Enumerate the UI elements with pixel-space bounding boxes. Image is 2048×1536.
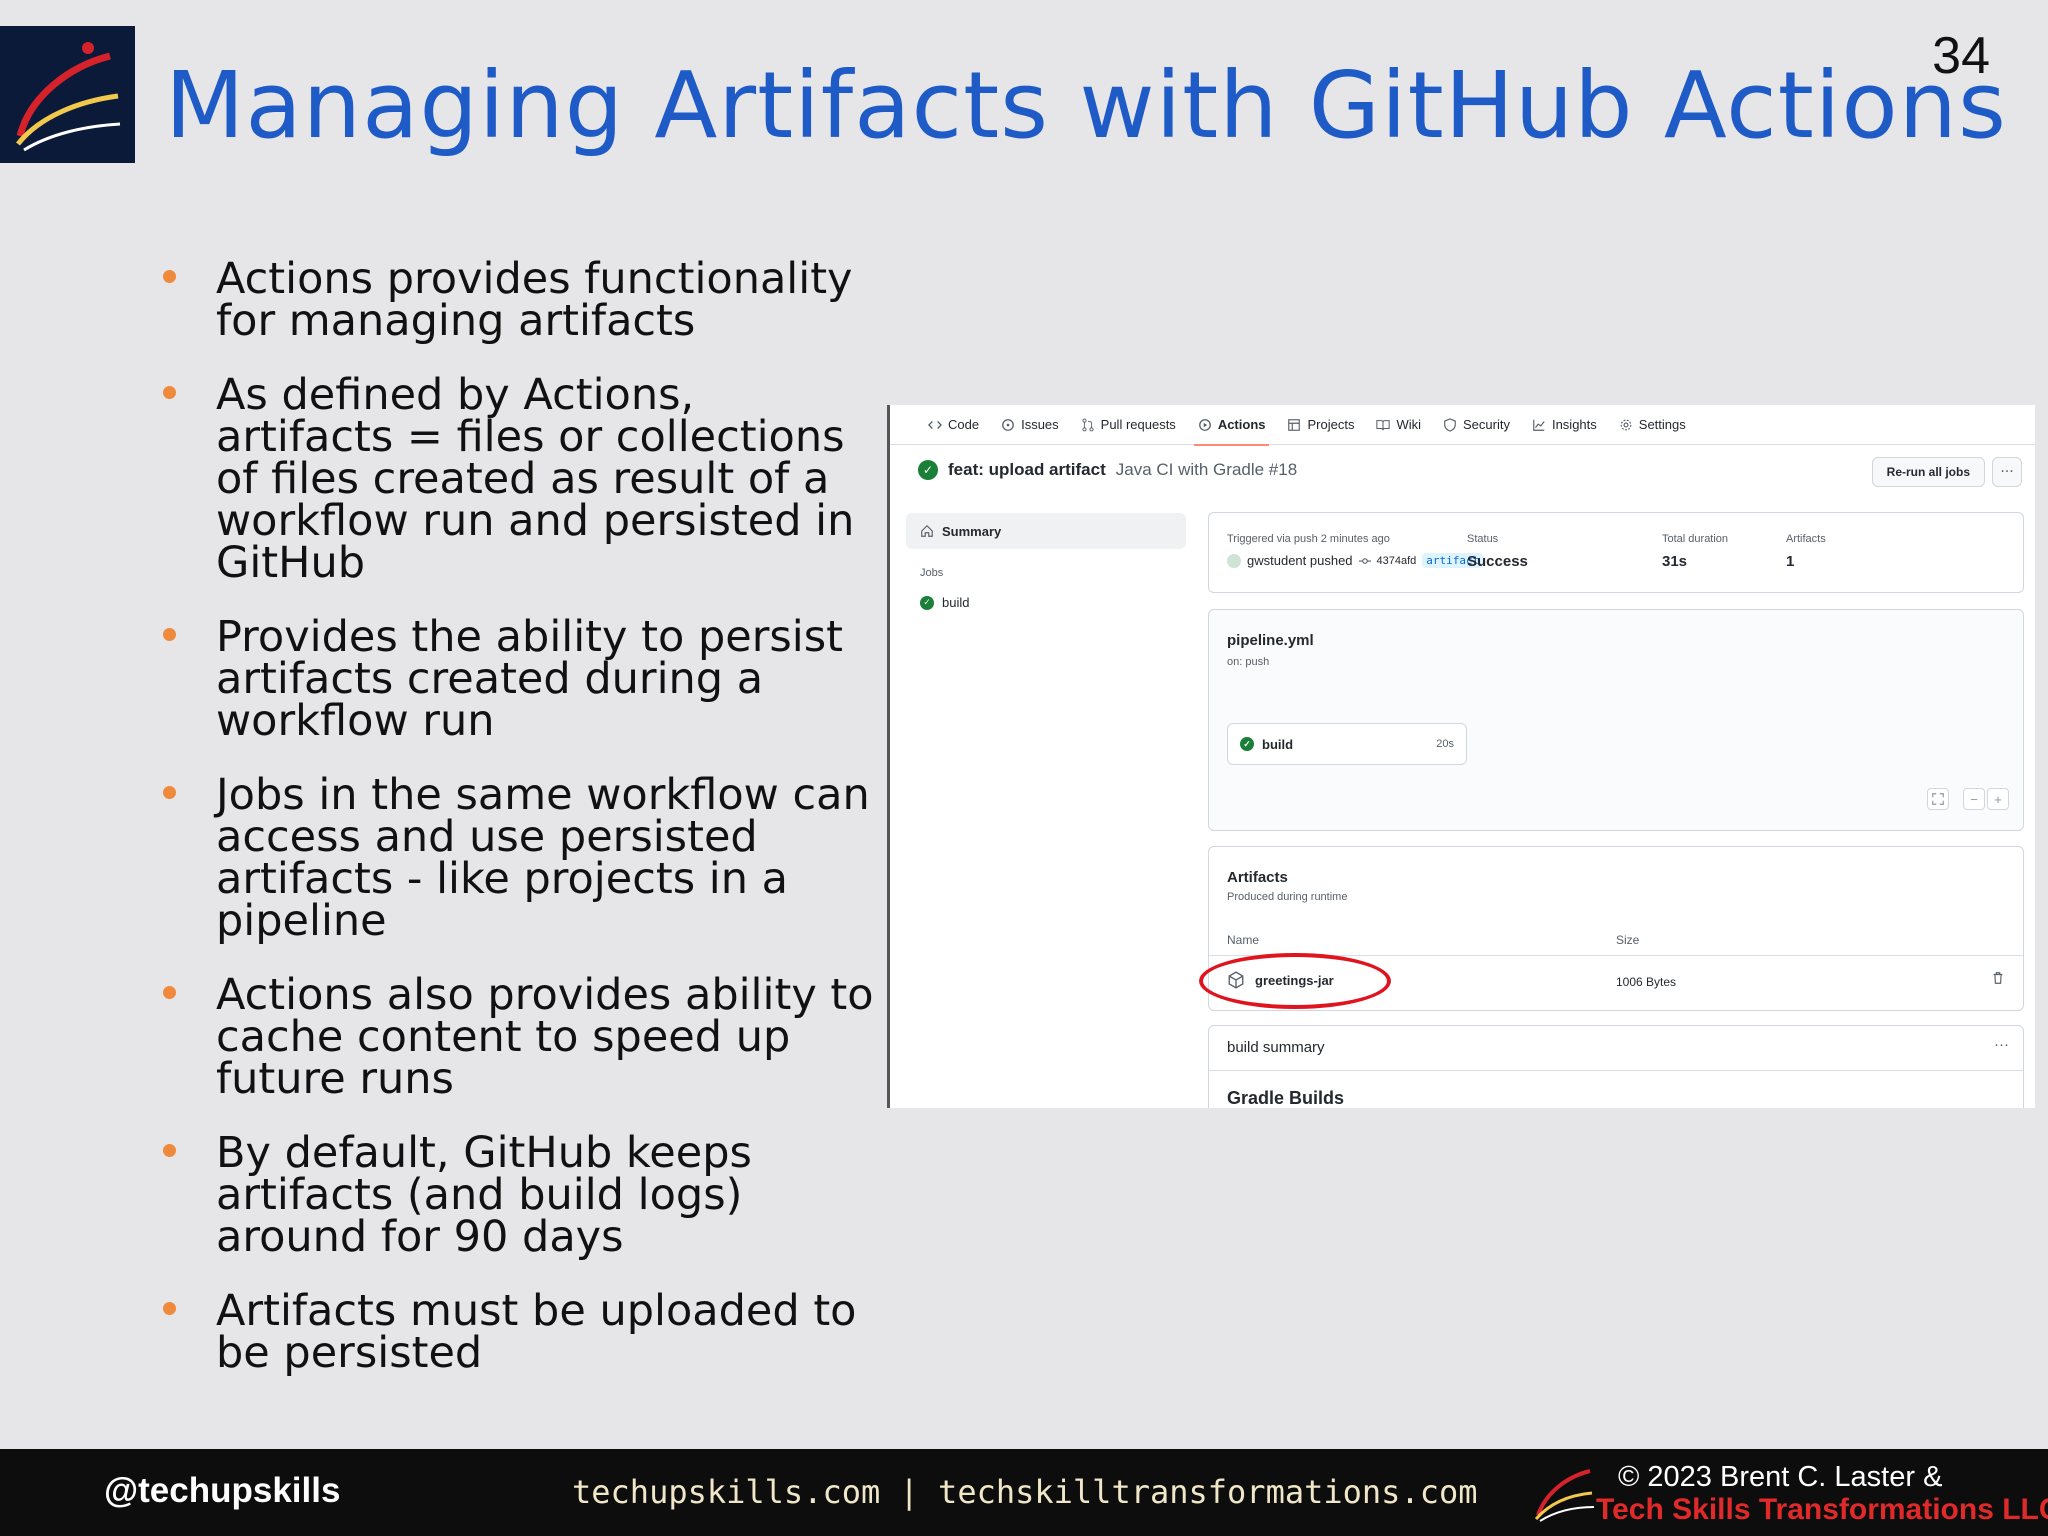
- bullet-dot-icon: [163, 986, 176, 999]
- artifacts-col-name: Name: [1227, 933, 1260, 947]
- bullet-item: Provides the ability to persist artifact…: [160, 616, 880, 743]
- gear-icon: [1619, 418, 1633, 432]
- logo-swoosh-icon: [16, 42, 121, 152]
- bullet-item: Artifacts must be uploaded to be persist…: [160, 1290, 880, 1375]
- success-check-icon: ✓: [1240, 737, 1254, 751]
- bullet-dot-icon: [163, 1302, 176, 1315]
- run-header: ✓ feat: upload artifact Java CI with Gra…: [918, 460, 1297, 480]
- tab-insights[interactable]: Insights: [1532, 405, 1597, 445]
- github-actions-screenshot: Code Issues Pull requests Actions Projec…: [887, 405, 2035, 1108]
- zoom-out-button[interactable]: −: [1963, 788, 1985, 810]
- trigger-label: Triggered via push 2 minutes ago: [1227, 533, 1390, 545]
- commit-icon: [1358, 555, 1371, 567]
- build-summary-title: build summary: [1227, 1039, 1325, 1056]
- pusher-link[interactable]: gwstudent pushed: [1247, 553, 1353, 568]
- bullet-dot-icon: [163, 386, 176, 399]
- copyright-line-2: Tech Skills Transformations LLC: [1596, 1493, 2048, 1526]
- rerun-all-jobs-button[interactable]: Re-run all jobs: [1871, 457, 1985, 487]
- zoom-in-button[interactable]: +: [1987, 788, 2009, 810]
- slide-footer: @techupskills techupskills.com | techski…: [0, 1449, 2048, 1536]
- shield-icon: [1443, 417, 1457, 432]
- website-links: techupskills.com | techskilltransformati…: [572, 1473, 1478, 1511]
- social-handle: @techupskills: [104, 1471, 341, 1510]
- run-workflow-name: Java CI with Gradle #18: [1115, 460, 1298, 479]
- workflow-job-node[interactable]: ✓ build 20s: [1227, 723, 1467, 765]
- tab-code[interactable]: Code: [928, 405, 979, 445]
- run-summary-card: Triggered via push 2 minutes ago gwstude…: [1208, 512, 2024, 593]
- bullet-item: By default, GitHub keeps artifacts (and …: [160, 1132, 880, 1259]
- artifacts-subtitle: Produced during runtime: [1227, 891, 1348, 903]
- run-commit-title: feat: upload artifact: [948, 460, 1106, 479]
- fullscreen-button[interactable]: [1927, 788, 1949, 810]
- sidebar-jobs-heading: Jobs: [920, 567, 944, 579]
- tab-issues[interactable]: Issues: [1001, 405, 1059, 445]
- bullet-dot-icon: [163, 270, 176, 283]
- bullet-item: Actions also provides ability to cache c…: [160, 974, 880, 1101]
- workflow-file-name: pipeline.yml: [1227, 632, 1314, 649]
- run-sidebar: Summary Jobs ✓ build: [906, 513, 1186, 610]
- tab-projects[interactable]: Projects: [1287, 405, 1354, 445]
- table-icon: [1287, 418, 1301, 432]
- bullet-dot-icon: [163, 628, 176, 641]
- home-icon: [920, 524, 934, 538]
- sidebar-item-build[interactable]: ✓ build: [906, 595, 1186, 610]
- tab-settings[interactable]: Settings: [1619, 405, 1686, 445]
- copyright-line-1: © 2023 Brent C. Laster &: [1618, 1461, 1943, 1493]
- duration-value: 31s: [1662, 553, 1688, 570]
- slide-title: Managing Artifacts with GitHub Actions: [165, 52, 2007, 159]
- graph-icon: [1532, 418, 1546, 432]
- more-options-button[interactable]: ···: [1992, 457, 2022, 487]
- avatar: [1227, 553, 1241, 568]
- tab-actions[interactable]: Actions: [1193, 405, 1270, 446]
- status-value: Success: [1467, 553, 1528, 570]
- success-check-icon: ✓: [918, 460, 938, 480]
- bullet-item: As defined by Actions, artifacts = files…: [160, 374, 880, 585]
- delete-artifact-button[interactable]: [1991, 971, 2005, 990]
- build-summary-card: build summary ··· Gradle Builds: [1208, 1025, 2024, 1108]
- workflow-graph-card: pipeline.yml on: push ✓ build 20s − +: [1208, 609, 2024, 831]
- code-icon: [928, 418, 942, 432]
- artifacts-col-size: Size: [1616, 933, 1640, 947]
- artifacts-count-value[interactable]: 1: [1786, 553, 1826, 570]
- artifacts-title: Artifacts: [1227, 869, 1288, 886]
- trash-icon: [1991, 971, 2005, 985]
- tab-security[interactable]: Security: [1443, 405, 1510, 445]
- bullet-dot-icon: [163, 786, 176, 799]
- artifacts-count-label: Artifacts: [1786, 533, 1826, 545]
- book-icon: [1376, 418, 1391, 432]
- footer-swoosh-icon: [1534, 1469, 1595, 1522]
- status-label: Status: [1467, 533, 1499, 545]
- tab-pull-requests[interactable]: Pull requests: [1081, 405, 1176, 445]
- company-logo: [0, 26, 135, 163]
- slide-number: 34: [1932, 27, 1990, 85]
- job-duration: 20s: [1436, 738, 1454, 750]
- bullet-item: Actions provides functionality for manag…: [160, 258, 880, 343]
- tab-wiki[interactable]: Wiki: [1376, 405, 1421, 445]
- bullet-item: Jobs in the same workflow can access and…: [160, 774, 880, 943]
- repo-nav: Code Issues Pull requests Actions Projec…: [890, 405, 2035, 446]
- footer-logo: [1532, 1463, 1596, 1523]
- play-icon: [1198, 418, 1212, 432]
- commit-sha-link[interactable]: 4374afd: [1377, 555, 1417, 567]
- pull-request-icon: [1081, 418, 1095, 432]
- artifacts-card: Artifacts Produced during runtime Name S…: [1199, 846, 2024, 1011]
- gradle-builds-heading: Gradle Builds: [1227, 1088, 1345, 1108]
- success-check-icon: ✓: [920, 595, 934, 610]
- duration-label: Total duration: [1662, 533, 1729, 545]
- workflow-trigger: on: push: [1227, 656, 1270, 668]
- build-summary-menu-button[interactable]: ···: [1994, 1036, 2009, 1053]
- issue-icon: [1001, 418, 1015, 432]
- artifact-size: 1006 Bytes: [1616, 975, 1677, 989]
- highlight-oval: [1199, 953, 1391, 1009]
- fullscreen-icon: [1931, 792, 1945, 806]
- sidebar-item-summary[interactable]: Summary: [906, 513, 1186, 549]
- bullet-list: Actions provides functionality for manag…: [160, 258, 880, 1406]
- bullet-dot-icon: [163, 1144, 176, 1157]
